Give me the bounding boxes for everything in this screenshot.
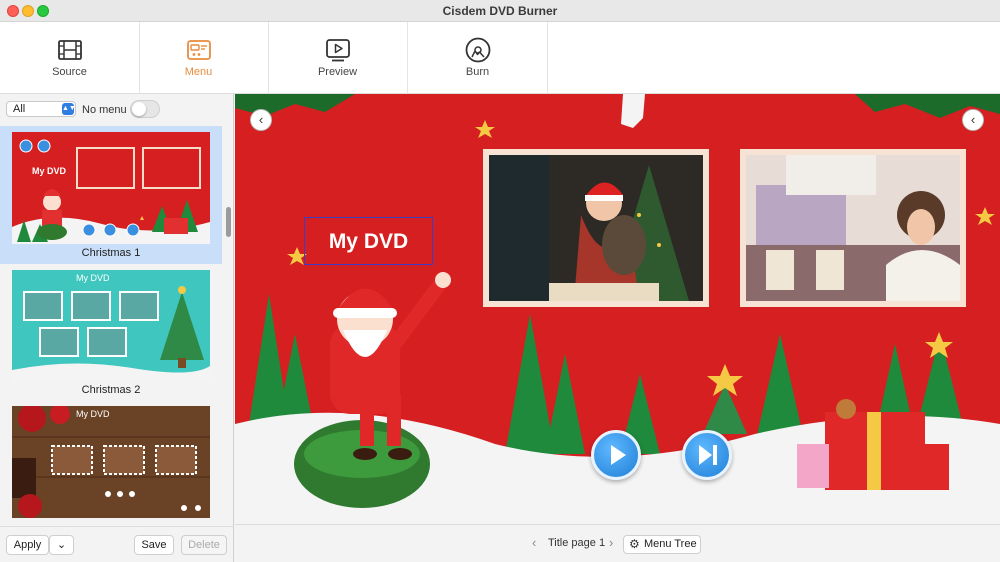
template-item-christmas-1[interactable]: My DVD Christmas 1 [0, 126, 222, 264]
template-item-3[interactable]: My DVD [0, 400, 222, 526]
app-window: Cisdem DVD Burner Source Menu Preview Bu… [0, 0, 1000, 562]
tab-preview-label: Preview [317, 66, 358, 78]
chapter-photo-1 [489, 155, 703, 301]
menu-tree-label: Menu Tree [644, 538, 697, 550]
next-page-button[interactable]: ‹ [962, 109, 984, 131]
template-thumbnail [12, 132, 210, 244]
tab-source[interactable]: Source [0, 22, 140, 94]
play-chapter-button[interactable] [682, 430, 732, 480]
toggle-knob [132, 102, 146, 116]
window-title: Cisdem DVD Burner [442, 4, 558, 18]
save-button[interactable]: Save [134, 535, 174, 555]
tab-burn[interactable]: Burn [408, 22, 548, 94]
previous-page-button[interactable]: ‹ [250, 109, 272, 131]
play-preview-icon [326, 39, 350, 62]
chapter-photo-2 [746, 155, 960, 301]
no-menu-label: No menu [82, 104, 127, 116]
gear-icon: ⚙ [629, 537, 640, 551]
chevron-left-icon: ‹ [258, 112, 264, 127]
apply-button[interactable]: Apply [6, 535, 49, 555]
chapter-thumbnail-2[interactable] [740, 149, 966, 307]
disc-burn-icon [465, 37, 491, 63]
menu-canvas[interactable]: ‹ ‹ My DVD [235, 94, 1000, 524]
template-thumbnail [12, 406, 210, 518]
menu-title-textbox[interactable]: My DVD [304, 217, 433, 265]
skip-next-icon [699, 445, 717, 465]
category-filter-value: All [13, 103, 26, 115]
sidebar-footer: Apply ⌄ Save Delete [0, 526, 234, 562]
template-thumb-title: My DVD [76, 273, 110, 283]
title-bar: Cisdem DVD Burner [0, 0, 1000, 22]
page-indicator: Title page 1 [548, 537, 606, 549]
template-thumb-title: My DVD [76, 409, 110, 419]
template-thumb-title: My DVD [32, 166, 67, 176]
tab-source-label: Source [52, 66, 87, 78]
template-sidebar: All ▲▼ No menu My DVD Christmas 1 My DVD… [0, 94, 234, 562]
play-all-button[interactable] [591, 430, 641, 480]
play-icon [611, 445, 626, 465]
delete-button[interactable]: Delete [181, 535, 227, 555]
template-list: My DVD Christmas 1 My DVD Christmas 2 My… [0, 126, 224, 526]
main-toolbar: Source Menu Preview Burn [0, 22, 1000, 94]
chapter-thumbnail-1[interactable] [483, 149, 709, 307]
tab-burn-label: Burn [465, 66, 490, 78]
template-thumbnail [12, 270, 210, 382]
tab-menu-label: Menu [184, 66, 213, 78]
chevron-left-icon[interactable]: ‹ [532, 535, 536, 550]
page-navigation-bar: ‹ Title page 1 › ⚙ Menu Tree [235, 524, 1000, 562]
tab-preview[interactable]: Preview [268, 22, 408, 94]
apply-options-button[interactable]: ⌄ [49, 535, 74, 555]
film-icon [58, 40, 82, 60]
chevron-down-icon: ⌄ [56, 539, 67, 551]
menu-template-icon [187, 40, 211, 60]
chevron-right-icon: ‹ [970, 112, 976, 127]
updown-chevron-icon: ▲▼ [62, 103, 76, 115]
menu-tree-button[interactable]: ⚙ Menu Tree [623, 535, 701, 554]
no-menu-toggle[interactable] [130, 100, 160, 118]
tab-menu[interactable]: Menu [129, 22, 269, 94]
template-item-christmas-2[interactable]: My DVD Christmas 2 [0, 264, 222, 400]
template-list-scrollbar[interactable] [226, 207, 231, 237]
menu-title-text: My DVD [328, 230, 409, 253]
template-name: Christmas 1 [81, 247, 141, 259]
chevron-right-icon[interactable]: › [609, 535, 613, 550]
category-filter-select[interactable]: All ▲▼ [6, 101, 76, 117]
template-name: Christmas 2 [81, 384, 141, 396]
